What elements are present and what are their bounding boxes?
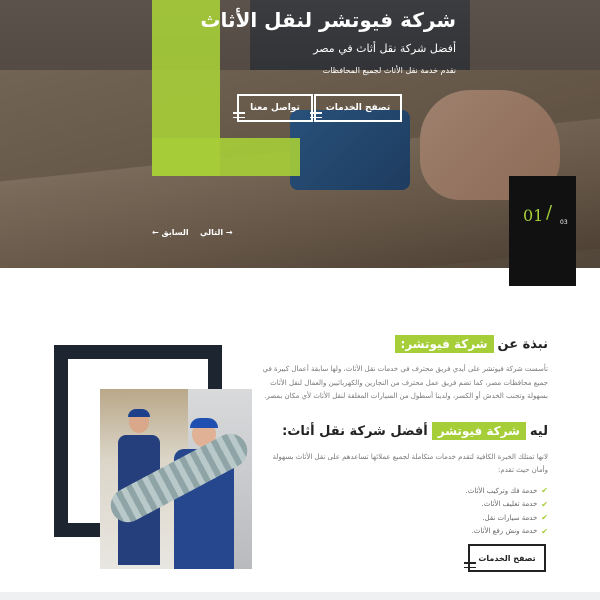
check-icon: ✔ xyxy=(541,526,548,536)
check-icon: ✔ xyxy=(541,513,548,523)
browse-services-button[interactable]: تصفح الخدمات xyxy=(310,94,402,122)
hero-subtitle: أفضل شركة نقل أثاث في مصر xyxy=(313,42,456,55)
slide-separator: / xyxy=(546,202,553,223)
movers-photo xyxy=(100,389,252,569)
check-icon: ✔ xyxy=(541,486,548,496)
feature-item: ✔ خدمة سيارات نقل. xyxy=(482,513,548,523)
why-heading: ليه شركة فيوتشر أفضل شركة نقل أثاث: xyxy=(282,422,548,440)
about-paragraph: تأسست شركة فيوتشر على أيدي فريق محترف في… xyxy=(262,365,548,400)
features-list: ✔ خدمة فك وتركيب الأثاث. ✔ خدمة تغليف الأث… xyxy=(466,484,548,538)
slide-current: 01 xyxy=(523,206,544,225)
slide-total: 03 xyxy=(560,219,568,226)
contact-us-button[interactable]: تواصل معنا xyxy=(233,94,313,122)
about-image-block xyxy=(54,345,252,569)
why-paragraph: لانها تمتلك الخبرة الكافية لتقدم خدمات م… xyxy=(272,453,548,474)
about-heading: نبذة عن شركة فيوتشر: xyxy=(394,335,548,353)
about-heading-highlight: شركة فيوتشر: xyxy=(394,335,494,353)
check-icon: ✔ xyxy=(541,499,548,509)
feature-item: ✔ خدمة تغليف الأثاث. xyxy=(481,499,549,509)
feature-item: ✔ خدمة فك وتركيب الأثاث. xyxy=(465,486,548,496)
why-heading-highlight: شركة فيوتشر xyxy=(431,422,526,440)
feature-item: ✔ خدمة ونش رفع الأثاث. xyxy=(471,526,548,536)
slider-prev-link[interactable]: ← السابق xyxy=(152,228,189,237)
button-lines-icon xyxy=(233,109,245,118)
button-lines-icon xyxy=(464,559,476,568)
next-section-strip xyxy=(0,592,600,600)
about-browse-services-button[interactable]: تصفح الخدمات xyxy=(464,544,546,572)
slide-counter: 01 / 03 xyxy=(509,176,576,286)
hero-title: شركة فيوتشر لنقل الأثاث xyxy=(200,8,456,32)
hero-tagline: نقدم خدمة نقل الأثاث لجميع المحافظات xyxy=(322,66,456,75)
slider-next-link[interactable]: التالي → xyxy=(200,228,233,237)
